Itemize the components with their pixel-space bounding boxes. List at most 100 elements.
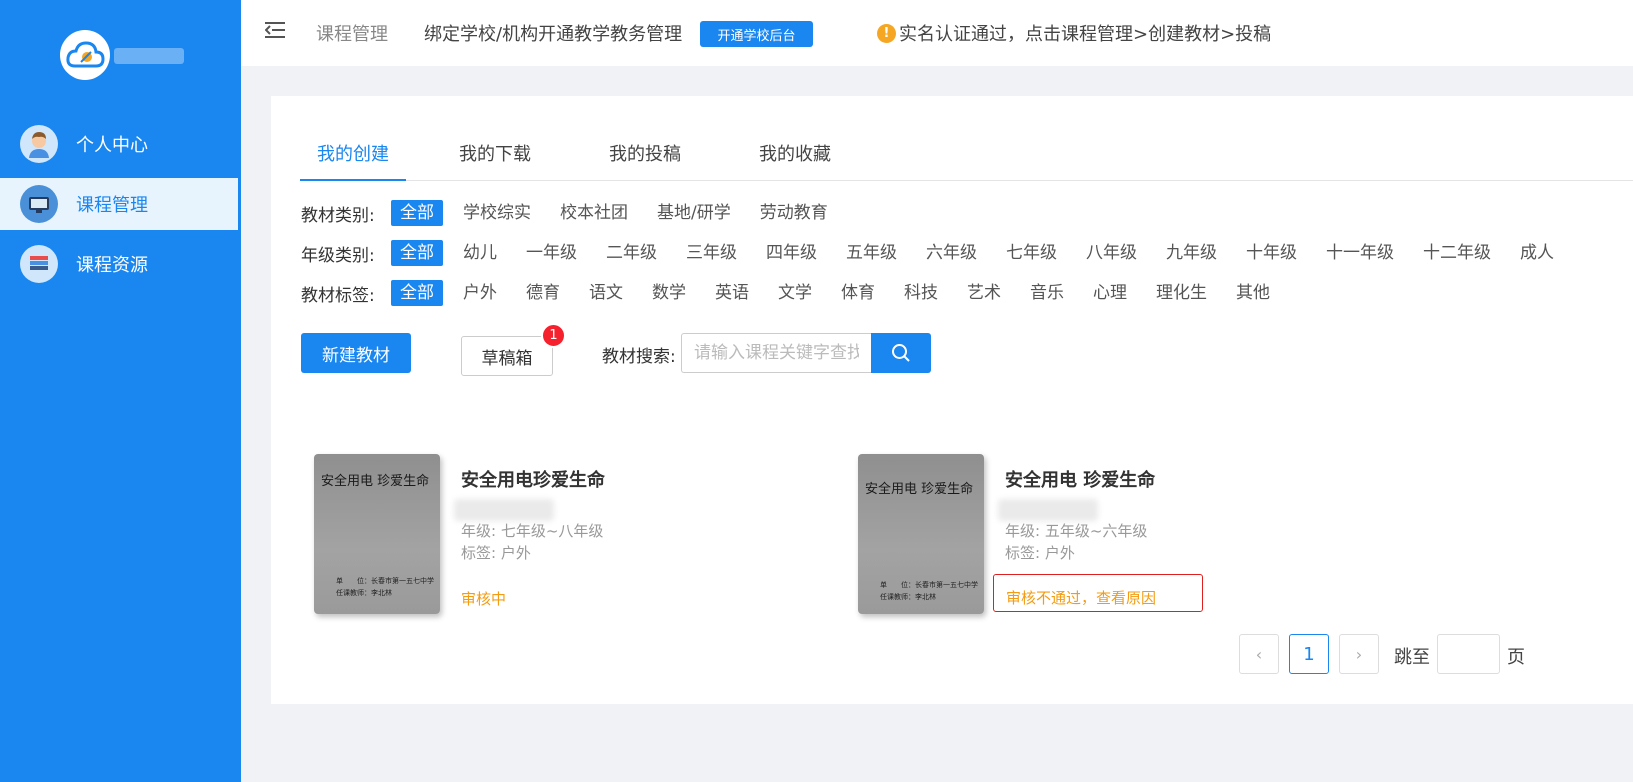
breadcrumb: 课程管理 [316,24,388,45]
filter-option[interactable]: 基地/研学 [657,200,731,226]
filter-option[interactable]: 心理 [1093,280,1127,306]
filter-option[interactable]: 户外 [463,280,497,306]
main-panel: 我的创建 我的下载 我的投稿 我的收藏 教材类别: 全部 学校综实 校本社团 基… [271,96,1633,704]
cloud-logo-icon [60,30,110,80]
filter-label: 教材类别: [301,205,375,226]
filter-option[interactable]: 三年级 [686,240,737,266]
review-status: 审核中 [461,590,507,608]
filter-label: 年级类别: [301,245,375,266]
filter-option[interactable]: 英语 [715,280,749,306]
material-cover[interactable]: 安全用电 珍爱生命 单 位：长春市第一五七中学 任课教师：李北林 [858,454,984,614]
notice-text: 实名认证通过，点击课程管理>创建教材>投稿 [899,24,1272,45]
verification-notice: ! 实名认证通过，点击课程管理>创建教材>投稿 [877,20,1271,46]
material-tag: 标签: 户外 [461,544,531,562]
prev-page-button[interactable]: ‹ [1239,634,1279,674]
filter-option[interactable]: 其他 [1236,280,1270,306]
cover-teacher: 任课教师：李北林 [880,593,936,601]
filter-option[interactable]: 科技 [904,280,938,306]
filter-option[interactable]: 体育 [841,280,875,306]
filter-option[interactable]: 六年级 [926,240,977,266]
filter-option[interactable]: 艺术 [967,280,1001,306]
tab-bar: 我的创建 我的下载 我的投稿 我的收藏 [300,136,1633,181]
filter-option[interactable]: 幼儿 [463,240,497,266]
sidebar-item-label: 个人中心 [76,135,148,156]
jump-page-input[interactable] [1437,634,1500,674]
filter-option[interactable]: 校本社团 [560,200,628,226]
filter-tag: 教材标签: 全部 户外 德育 语文 数学 英语 文学 体育 科技 艺术 音乐 心… [301,279,1299,307]
material-card: 安全用电 珍爱生命 单 位：长春市第一五七中学 任课教师：李北林 安全用电珍爱生… [314,454,834,614]
search-icon [892,344,910,362]
filter-option[interactable]: 劳动教育 [760,200,828,226]
filter-option[interactable]: 音乐 [1030,280,1064,306]
open-school-backend-button[interactable]: 开通学校后台 [700,21,813,47]
filter-option[interactable]: 语文 [589,280,623,306]
filter-label: 教材标签: [301,285,375,306]
filter-option[interactable]: 九年级 [1166,240,1217,266]
filter-option[interactable]: 十年级 [1246,240,1297,266]
filter-option[interactable]: 四年级 [766,240,817,266]
review-rejected-link[interactable]: 审核不通过，查看原因 [993,574,1203,612]
search-label: 教材搜索: [602,347,676,367]
filter-option[interactable]: 五年级 [846,240,897,266]
drafts-count-badge: 1 [541,323,566,348]
cover-title: 安全用电 珍爱生命 [321,474,430,489]
filter-option[interactable]: 十一年级 [1326,240,1394,266]
filter-option[interactable]: 二年级 [606,240,657,266]
material-tag: 标签: 户外 [1005,544,1075,562]
top-bar: 课程管理 绑定学校/机构开通教学教务管理 开通学校后台 ! 实名认证通过，点击课… [241,0,1633,66]
filter-grade: 年级类别: 全部 幼儿 一年级 二年级 三年级 四年级 五年级 六年级 七年级 … [301,239,1583,267]
filter-option[interactable]: 数学 [652,280,686,306]
pagination: ‹ 1 › 跳至 页 [1239,634,1559,674]
filter-option[interactable]: 文学 [778,280,812,306]
filter-option[interactable]: 全部 [391,280,443,306]
tab-my-favorites[interactable]: 我的收藏 [750,136,840,181]
tab-my-submissions[interactable]: 我的投稿 [600,136,690,181]
logo-text-blurred [114,48,184,64]
material-grade: 年级: 五年级~六年级 [1005,522,1148,540]
blurred-author [998,499,1098,521]
filter-option[interactable]: 全部 [391,200,443,226]
filter-option[interactable]: 一年级 [526,240,577,266]
filter-option[interactable]: 七年级 [1006,240,1057,266]
tab-my-created[interactable]: 我的创建 [300,136,406,181]
tab-my-downloads[interactable]: 我的下载 [450,136,540,181]
blurred-author [454,499,554,521]
sidebar-item-label: 课程管理 [76,195,148,216]
filter-option[interactable]: 学校综实 [463,200,531,226]
sidebar-item-course-management[interactable]: 课程管理 [0,178,238,230]
monitor-icon [20,185,58,223]
material-title[interactable]: 安全用电珍爱生命 [461,466,605,492]
filter-option[interactable]: 成人 [1520,240,1554,266]
page-button-current[interactable]: 1 [1289,634,1329,674]
filter-option[interactable]: 全部 [391,240,443,266]
cover-unit: 单 位：长春市第一五七中学 [880,581,978,589]
material-title[interactable]: 安全用电 珍爱生命 [1005,466,1155,492]
page-unit-label: 页 [1507,647,1525,668]
sidebar-item-label: 课程资源 [76,255,148,276]
cover-teacher: 任课教师：李北林 [336,589,392,597]
filter-option[interactable]: 理化生 [1156,280,1207,306]
filter-category: 教材类别: 全部 学校综实 校本社团 基地/研学 劳动教育 [301,199,857,227]
cover-title: 安全用电 珍爱生命 [865,482,974,497]
filter-option[interactable]: 八年级 [1086,240,1137,266]
jump-label: 跳至 [1394,647,1430,668]
cover-unit: 单 位：长春市第一五七中学 [336,577,434,585]
warning-icon: ! [877,23,896,43]
material-grade: 年级: 七年级~八年级 [461,522,604,540]
sidebar-item-course-resources[interactable]: 课程资源 [0,238,238,290]
filter-option[interactable]: 十二年级 [1423,240,1491,266]
material-card: 安全用电 珍爱生命 单 位：长春市第一五七中学 任课教师：李北林 安全用电 珍爱… [858,454,1378,614]
material-cover[interactable]: 安全用电 珍爱生命 单 位：长春市第一五七中学 任课教师：李北林 [314,454,440,614]
new-material-button[interactable]: 新建教材 [301,333,411,373]
search-button[interactable] [871,333,931,373]
search-input[interactable] [681,333,871,373]
sidebar: 个人中心 课程管理 课程资源 [0,0,241,782]
bind-school-text: 绑定学校/机构开通教学教务管理 [424,24,683,45]
user-avatar-icon [20,125,58,163]
filter-option[interactable]: 德育 [526,280,560,306]
sidebar-item-personal-center[interactable]: 个人中心 [0,118,238,170]
books-icon [20,245,58,283]
menu-collapse-icon[interactable] [264,20,289,42]
drafts-button[interactable]: 草稿箱 [461,336,553,376]
next-page-button[interactable]: › [1339,634,1379,674]
